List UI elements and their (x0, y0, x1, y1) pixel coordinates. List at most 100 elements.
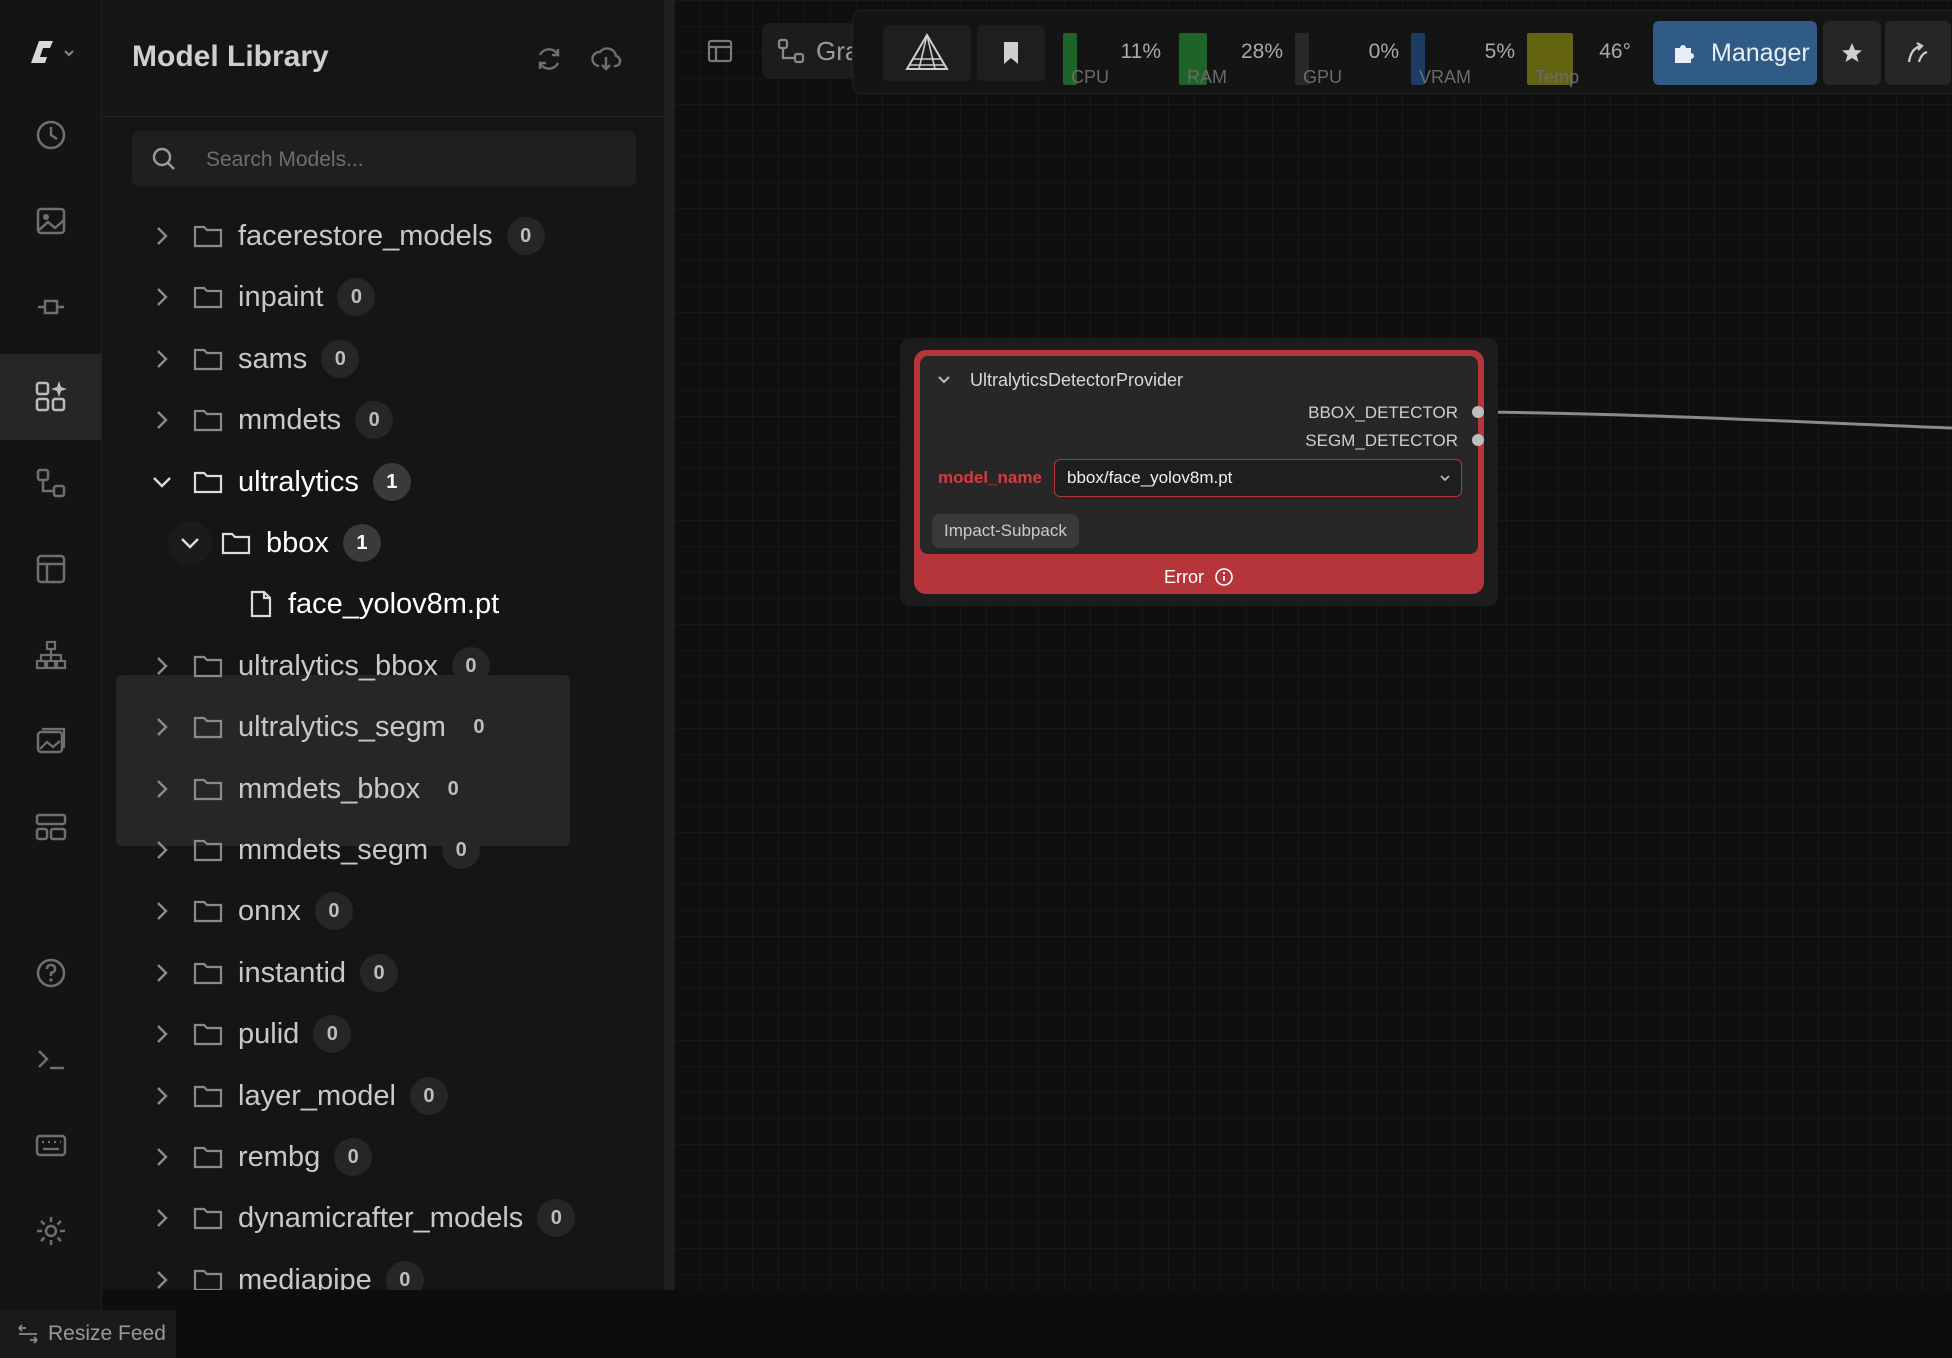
tree-folder-item[interactable]: bbox 1 (116, 513, 381, 573)
toggle-layout-button[interactable] (692, 23, 748, 79)
tree-item-label: mmdets_bbox (238, 772, 421, 805)
star-icon (1842, 43, 1862, 62)
folder-icon (192, 1020, 224, 1048)
segm-detector-output-slot[interactable] (1472, 434, 1484, 446)
tree-file-item[interactable]: face_yolov8m.pt (116, 574, 499, 634)
ram-meter-percent: 28% (1240, 40, 1283, 63)
panels-button[interactable] (0, 784, 101, 870)
folder-icon (192, 775, 224, 803)
tree-item-label: inpaint (238, 280, 324, 313)
chevron-down-icon[interactable] (140, 460, 184, 504)
model-count-badge: 0 (360, 954, 399, 992)
model-library-button[interactable] (0, 354, 101, 440)
tree-item-label: pulid (238, 1017, 300, 1050)
chevron-right-icon[interactable] (140, 705, 184, 749)
templates-button[interactable] (0, 526, 101, 612)
settings-button[interactable] (0, 1188, 101, 1274)
tree-folder-item[interactable]: mmdets_bbox 0 (116, 759, 473, 819)
canvas-toolbar: Gra (692, 20, 874, 82)
panel-resize-handle[interactable] (664, 0, 674, 1290)
tree-folder-item[interactable]: inpaint 0 (116, 267, 376, 327)
chevron-right-icon[interactable] (140, 337, 184, 381)
history-button[interactable] (0, 92, 101, 178)
chevron-right-icon[interactable] (140, 1012, 184, 1056)
terminal-button[interactable] (0, 1016, 101, 1102)
model-count-badge: 0 (337, 278, 376, 316)
search-input[interactable] (204, 131, 628, 189)
collapse-chevron-icon[interactable] (936, 372, 952, 388)
tree-folder-item[interactable]: rembg 0 (116, 1127, 373, 1187)
library-title: Model Library (132, 40, 329, 73)
images-button[interactable] (0, 178, 101, 264)
gpu-meter: 0% GPU (1295, 25, 1405, 87)
tree-folder-item[interactable]: ultralytics 1 (116, 452, 411, 512)
favorites-button[interactable] (1823, 21, 1881, 85)
chevron-right-icon[interactable] (140, 1135, 184, 1179)
logo-button[interactable] (883, 25, 971, 81)
layout-icon (36, 554, 65, 584)
chevron-right-icon[interactable] (140, 214, 184, 258)
tree-folder-item[interactable]: layer_model 0 (116, 1066, 448, 1126)
tree-folder-item[interactable]: dynamicrafter_models 0 (116, 1188, 576, 1248)
ultralytics-detector-node[interactable]: UltralyticsDetectorProvider BBOX_DETECTO… (914, 350, 1484, 594)
manager-button[interactable]: Manager (1653, 21, 1817, 85)
model-count-badge: 0 (355, 401, 394, 439)
tree-folder-item[interactable]: pulid 0 (116, 1004, 352, 1064)
chevron-right-icon[interactable] (140, 951, 184, 995)
keyboard-button[interactable] (0, 1102, 101, 1188)
model-count-badge: 0 (442, 831, 481, 869)
chevron-right-icon[interactable] (140, 398, 184, 442)
tree-folder-item[interactable]: sams 0 (116, 329, 360, 389)
tree-folder-item[interactable]: instantid 0 (116, 943, 399, 1003)
help-button[interactable] (0, 930, 101, 1016)
gpu-meter-percent: 0% (1368, 40, 1399, 63)
tree-folder-item[interactable]: ultralytics_bbox 0 (116, 636, 490, 696)
node-error-label: Error (1164, 566, 1204, 587)
chevron-right-icon[interactable] (140, 644, 184, 688)
gpu-meter-label: GPU (1303, 67, 1343, 87)
tree-folder-item[interactable]: mmdets_segm 0 (116, 820, 481, 880)
chevron-right-icon[interactable] (140, 1074, 184, 1118)
workflows-button[interactable] (0, 440, 101, 526)
cpu-meter: 11% CPU (1063, 25, 1167, 87)
tree-item-label: facerestore_models (238, 219, 493, 252)
bookmark-button[interactable] (977, 25, 1045, 81)
chevron-down-icon[interactable] (168, 521, 212, 565)
model-tree: facerestore_models 0 inpaint 0 sams 0 mmdets 0 u… (102, 212, 664, 1290)
bbox-detector-output-slot[interactable] (1472, 406, 1484, 418)
tree-folder-item[interactable]: facerestore_models 0 (116, 212, 545, 266)
folder-icon (192, 959, 224, 987)
tree-item-label: mediapipe (238, 1263, 372, 1291)
tree-item-label: face_yolov8m.pt (288, 587, 500, 620)
tree-folder-item[interactable]: ultralytics_segm 0 (116, 697, 498, 757)
hierarchy-button[interactable] (0, 612, 101, 698)
tree-item-label: rembg (238, 1140, 321, 1173)
chevron-right-icon[interactable] (140, 1196, 184, 1240)
model-library-icon (35, 381, 67, 412)
tree-folder-item[interactable]: mmdets 0 (116, 390, 394, 450)
download-button[interactable] (590, 44, 622, 74)
tree-item-label: mmdets (238, 403, 342, 436)
output-bbox-detector: BBOX_DETECTOR (1308, 403, 1458, 422)
chevron-right-icon[interactable] (140, 275, 184, 319)
refresh-button[interactable] (534, 44, 564, 74)
chevron-right-icon[interactable] (140, 889, 184, 933)
share-button[interactable] (1885, 21, 1951, 85)
model-name-select[interactable]: bbox/face_yolov8m.pt (1054, 459, 1462, 497)
chevron-right-icon[interactable] (140, 828, 184, 872)
gallery-button[interactable] (0, 698, 101, 784)
image-icon (36, 207, 65, 235)
tree-folder-item[interactable]: onnx 0 (116, 881, 353, 941)
app-logo-button[interactable] (0, 10, 101, 96)
vram-meter: 5% VRAM (1411, 25, 1521, 87)
nodes-button[interactable] (0, 264, 101, 350)
graph-canvas[interactable] (674, 0, 1952, 1290)
chevron-right-icon[interactable] (140, 1258, 184, 1290)
node-error-footer[interactable]: Error (914, 562, 1484, 592)
chevron-right-icon[interactable] (140, 767, 184, 811)
tree-item-label: sams (238, 342, 308, 375)
resize-feed-button[interactable]: Resize Feed (0, 1310, 176, 1358)
help-icon (36, 958, 65, 988)
ram-meter: 28% RAM (1179, 25, 1289, 87)
tree-folder-item[interactable]: mediapipe 0 (116, 1250, 424, 1290)
